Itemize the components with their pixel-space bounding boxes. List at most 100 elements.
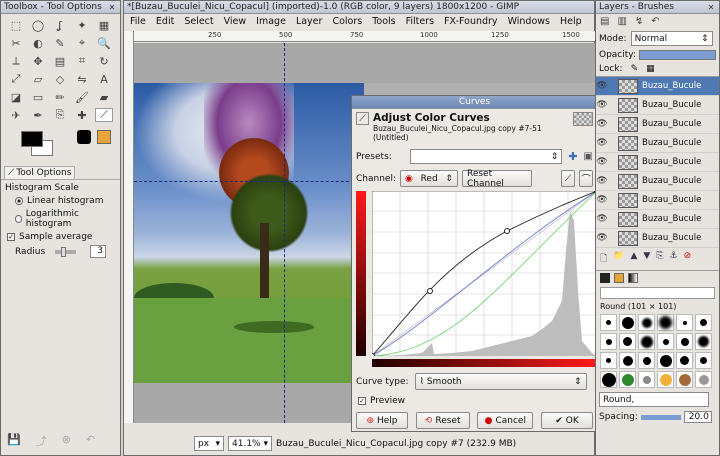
reset-button[interactable]: ⟲ Reset bbox=[415, 412, 470, 429]
ok-button[interactable]: ✔ OK bbox=[540, 412, 593, 429]
layers-titlebar[interactable]: Layers - Brushes ✕ bbox=[596, 1, 719, 14]
bucket-fill-tool-icon[interactable]: ◪ bbox=[7, 90, 25, 104]
brush-item[interactable] bbox=[676, 371, 693, 388]
brush-item[interactable] bbox=[657, 352, 674, 369]
brush-select[interactable]: Round, bbox=[599, 392, 709, 407]
gradients-tab-icon[interactable] bbox=[628, 273, 638, 283]
brush-item[interactable] bbox=[619, 352, 636, 369]
brush-item[interactable] bbox=[600, 333, 617, 350]
new-layer-icon[interactable]: 🗋 bbox=[600, 251, 607, 267]
lower-layer-icon[interactable]: ▼ bbox=[643, 251, 650, 267]
duplicate-layer-icon[interactable]: ⎘ bbox=[656, 251, 663, 267]
perspective-tool-icon[interactable]: ◇ bbox=[51, 72, 69, 86]
brushes-tab-icon[interactable] bbox=[600, 273, 610, 283]
color-picker-tool-icon[interactable]: ⌖ bbox=[73, 36, 91, 50]
layers-tab-icon[interactable]: ▤ bbox=[600, 16, 609, 27]
linear-histogram-option[interactable]: Linear histogram bbox=[15, 196, 106, 206]
curve-graph[interactable] bbox=[372, 191, 597, 356]
add-preset-icon[interactable]: ✚ bbox=[568, 150, 577, 163]
blend-tool-icon[interactable]: ▭ bbox=[29, 90, 47, 104]
menu-fx-foundry[interactable]: FX-Foundry bbox=[444, 16, 497, 27]
brush-item[interactable] bbox=[695, 371, 712, 388]
layer-row[interactable]: 👁 Buzau_Bucule bbox=[596, 96, 719, 115]
brush-item[interactable] bbox=[638, 371, 655, 388]
spacing-input[interactable]: 20.0 bbox=[683, 411, 712, 423]
zoom-tool-icon[interactable]: 🔍 bbox=[95, 36, 113, 50]
help-button[interactable]: ⊕ Help bbox=[356, 412, 408, 429]
restore-options-icon[interactable]: ⤴ bbox=[36, 433, 47, 449]
fuzzy-select-tool-icon[interactable]: ✦ bbox=[73, 18, 91, 32]
paintbrush-tool-icon[interactable]: 🖌 bbox=[73, 90, 91, 104]
menu-colors[interactable]: Colors bbox=[332, 16, 362, 27]
brush-item[interactable] bbox=[695, 352, 712, 369]
eye-icon[interactable]: 👁 bbox=[596, 100, 608, 110]
delete-options-icon[interactable]: ⊗ bbox=[62, 433, 71, 449]
menu-layer[interactable]: Layer bbox=[296, 16, 323, 27]
eye-icon[interactable]: 👁 bbox=[596, 138, 608, 148]
log-histogram-option[interactable]: Logarithmic histogram bbox=[15, 209, 106, 229]
scale-tool-icon[interactable]: ⤢ bbox=[7, 72, 25, 86]
foreground-color[interactable] bbox=[21, 131, 43, 147]
menu-file[interactable]: File bbox=[130, 16, 146, 27]
presets-select[interactable]: ⇕ bbox=[409, 149, 563, 164]
cancel-button[interactable]: ● Cancel bbox=[477, 412, 534, 429]
curves-tool-icon[interactable]: ⟋ bbox=[95, 108, 113, 122]
curve-editor[interactable] bbox=[356, 191, 597, 367]
color-select-tool-icon[interactable]: ▦ bbox=[95, 18, 113, 32]
menu-view[interactable]: View bbox=[224, 16, 247, 27]
layer-row[interactable]: 👁 Buzau_Bucule bbox=[596, 210, 719, 229]
flip-tool-icon[interactable]: ⇋ bbox=[73, 72, 91, 86]
brush-item[interactable] bbox=[657, 371, 674, 388]
brush-item[interactable] bbox=[600, 371, 617, 388]
paths-tool-icon[interactable]: ✎ bbox=[51, 36, 69, 50]
preset-menu-icon[interactable]: ▣ bbox=[584, 151, 593, 162]
layer-row[interactable]: 👁 Buzau_Bucule bbox=[596, 172, 719, 191]
layer-row[interactable]: 👁 Buzau_Bucule bbox=[596, 115, 719, 134]
menu-tools[interactable]: Tools bbox=[372, 16, 395, 27]
text-tool-icon[interactable]: A bbox=[95, 72, 113, 86]
shear-tool-icon[interactable]: ▱ bbox=[29, 72, 47, 86]
opacity-slider[interactable] bbox=[639, 50, 716, 60]
layer-row[interactable]: 👁 Buzau_Bucule bbox=[596, 191, 719, 210]
eye-icon[interactable]: 👁 bbox=[596, 195, 608, 205]
radius-input[interactable]: 3 bbox=[90, 245, 106, 258]
close-icon[interactable]: ✕ bbox=[107, 2, 117, 12]
rect-select-tool-icon[interactable]: ⬚ bbox=[7, 18, 25, 32]
airbrush-tool-icon[interactable]: ✈ bbox=[7, 108, 25, 122]
new-group-icon[interactable]: 📁 bbox=[613, 251, 624, 267]
channels-tab-icon[interactable]: ▥ bbox=[617, 16, 626, 27]
brush-item[interactable] bbox=[676, 352, 693, 369]
anchor-layer-icon[interactable]: ⚓ bbox=[670, 251, 678, 267]
sample-average-checkbox[interactable]: ✓ Sample average bbox=[7, 232, 106, 242]
brush-preview-icon[interactable] bbox=[77, 130, 91, 144]
pattern-preview-icon[interactable] bbox=[97, 130, 111, 144]
reset-options-icon[interactable]: ↶ bbox=[86, 433, 95, 449]
delete-layer-icon[interactable]: ⊘ bbox=[684, 251, 692, 267]
foreground-select-tool-icon[interactable]: ◐ bbox=[29, 36, 47, 50]
linear-scale-icon[interactable]: ⟋ bbox=[561, 170, 575, 187]
spacing-slider[interactable] bbox=[640, 414, 681, 420]
tab-tool-options[interactable]: ⟋ Tool Options bbox=[4, 166, 76, 179]
eye-icon[interactable]: 👁 bbox=[596, 119, 608, 129]
pencil-tool-icon[interactable]: ✏ bbox=[51, 90, 69, 104]
guide-vertical[interactable] bbox=[284, 43, 285, 423]
free-select-tool-icon[interactable]: ʆ bbox=[51, 18, 69, 32]
paths-tab-icon[interactable]: ↯ bbox=[635, 16, 643, 27]
layer-row[interactable]: 👁 Buzau_Bucule bbox=[596, 134, 719, 153]
mode-select[interactable]: Normal ⇕ bbox=[630, 31, 713, 46]
reset-channel-button[interactable]: Reset Channel bbox=[461, 169, 532, 189]
layer-row[interactable]: 👁 Buzau_Bucule bbox=[596, 229, 719, 248]
layer-row[interactable]: 👁 Buzau_Bucule bbox=[596, 153, 719, 172]
eye-icon[interactable]: 👁 bbox=[596, 157, 608, 167]
brush-item[interactable] bbox=[657, 333, 674, 350]
brush-filter-input[interactable] bbox=[600, 287, 715, 299]
brush-item[interactable] bbox=[619, 333, 636, 350]
menu-windows[interactable]: Windows bbox=[508, 16, 550, 27]
guide-horizontal[interactable] bbox=[134, 181, 364, 182]
curves-titlebar[interactable]: Curves bbox=[352, 96, 597, 109]
eye-icon[interactable]: 👁 bbox=[596, 214, 608, 224]
brush-item[interactable] bbox=[600, 314, 617, 331]
crop-tool-icon[interactable]: ⌗ bbox=[73, 54, 91, 68]
menu-select[interactable]: Select bbox=[184, 16, 213, 27]
unit-select[interactable]: px ▾ bbox=[194, 436, 224, 451]
